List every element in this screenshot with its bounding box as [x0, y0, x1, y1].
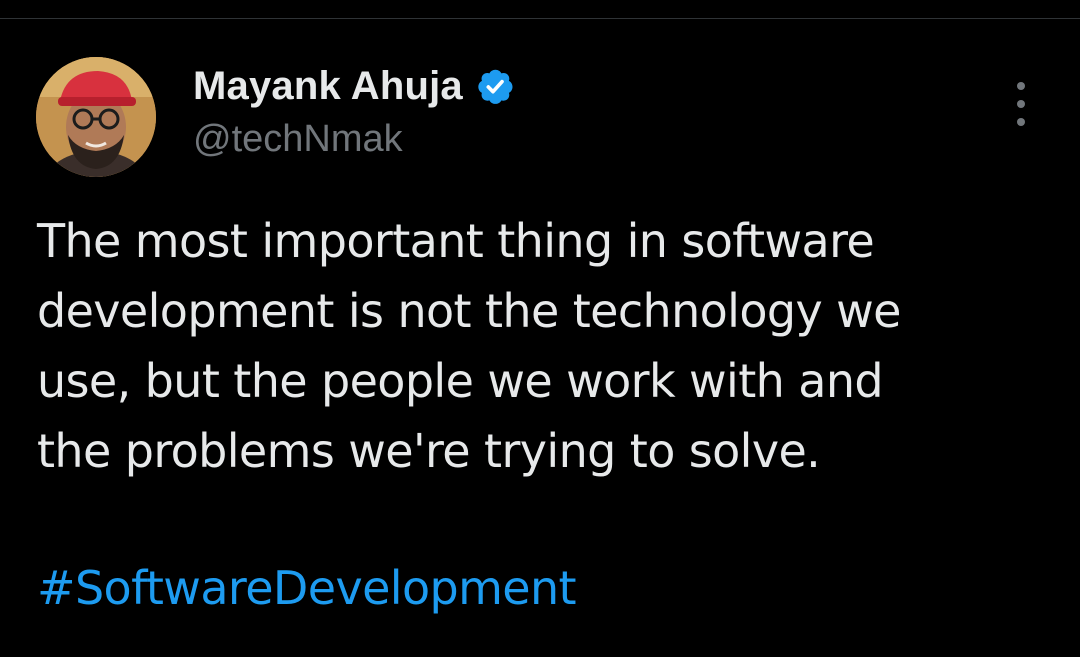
avatar-image — [36, 57, 156, 177]
more-vertical-icon-dot — [1017, 118, 1025, 126]
hashtag-link[interactable]: #SoftwareDevelopment — [37, 553, 577, 623]
avatar[interactable] — [36, 57, 156, 177]
tweet-text: The most important thing in software dev… — [37, 206, 1047, 486]
more-vertical-icon-dot — [1017, 82, 1025, 90]
more-vertical-icon-dot — [1017, 100, 1025, 108]
tweet[interactable]: Mayank Ahuja @techNmak The most importan… — [0, 0, 1080, 657]
tweet-text-line: The most important thing in software — [37, 214, 875, 268]
handle[interactable]: @techNmak — [193, 118, 515, 161]
tweet-text-line: development is not the technology we — [37, 284, 901, 338]
name-row: Mayank Ahuja — [193, 60, 515, 112]
display-name[interactable]: Mayank Ahuja — [193, 64, 463, 109]
more-options-button[interactable] — [1004, 82, 1038, 126]
tweet-text-line: the problems we're trying to solve. — [37, 424, 821, 478]
tweet-text-line: use, but the people we work with and — [37, 354, 884, 408]
verified-badge-icon — [475, 66, 515, 106]
author-block: Mayank Ahuja @techNmak — [193, 60, 515, 161]
